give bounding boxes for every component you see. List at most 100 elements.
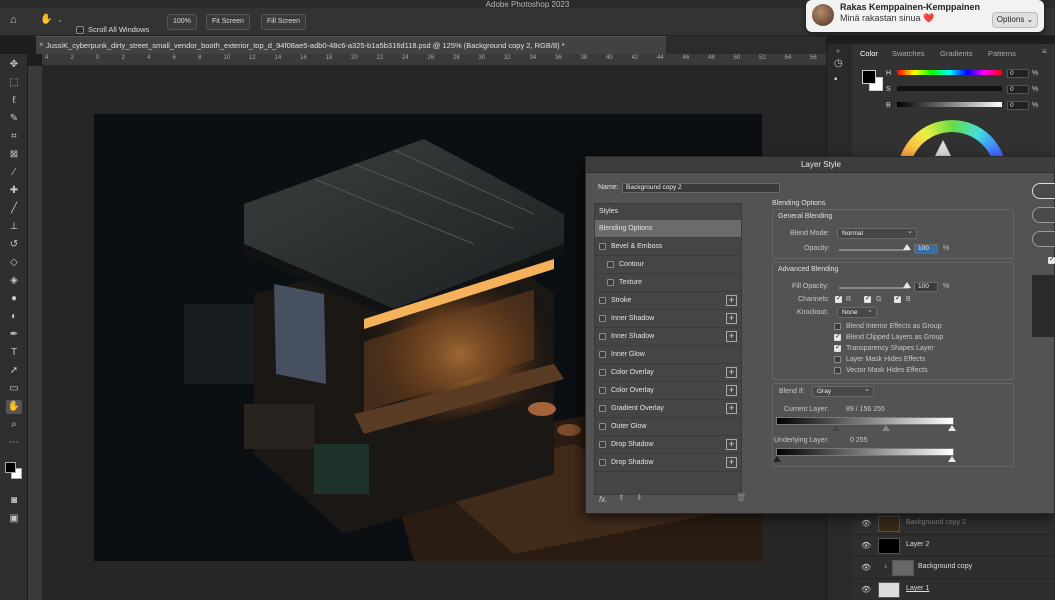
style-item[interactable]: Drop Shadow + (595, 436, 741, 454)
healing-icon[interactable]: ✚ (6, 184, 22, 198)
notification-banner[interactable]: Rakas Kemppainen-Kemppainen Minä rakasta… (806, 0, 1044, 32)
style-checkbox[interactable] (599, 387, 606, 394)
pen-icon[interactable]: ✒ (6, 328, 22, 342)
add-style-icon[interactable]: + (726, 385, 737, 396)
add-style-icon[interactable]: + (726, 367, 737, 378)
fx-button[interactable]: fx. (599, 495, 607, 504)
hue-slider[interactable] (897, 70, 1002, 75)
channel-b-checkbox[interactable] (894, 294, 901, 303)
preview-checkbox[interactable] (1048, 255, 1055, 264)
home-icon[interactable]: ⌂ (10, 14, 17, 26)
style-checkbox[interactable] (599, 369, 606, 376)
panel-menu-icon[interactable]: ≡ (1042, 47, 1047, 56)
style-checkbox[interactable] (599, 423, 606, 430)
tab-color[interactable]: Color (860, 49, 878, 58)
blend-clipped-checkbox[interactable] (834, 332, 841, 341)
style-item[interactable]: Drop Shadow + (595, 454, 741, 472)
current-layer-knob-split[interactable] (882, 425, 890, 431)
eye-icon[interactable]: 👁 (861, 585, 871, 594)
eye-icon[interactable]: 👁 (861, 541, 871, 550)
vector-mask-hides-checkbox[interactable] (834, 367, 841, 374)
blur-icon[interactable]: ● (6, 292, 22, 306)
crop-icon[interactable]: ⌗ (6, 130, 22, 144)
hand-tool-icon[interactable]: ✋ (40, 14, 52, 25)
fill-screen-button[interactable]: Fill Screen (261, 14, 307, 30)
brightness-slider[interactable] (897, 102, 1002, 107)
lasso-icon[interactable]: ℓ (6, 94, 22, 108)
opacity-slider-track[interactable] (839, 249, 909, 251)
blend-mode-select[interactable]: Normal (837, 227, 917, 239)
zoom-icon[interactable]: ⌕ (6, 418, 22, 432)
comments-panel-icon[interactable]: ▪ (834, 74, 838, 85)
style-checkbox[interactable] (599, 315, 606, 322)
screen-mode-icon[interactable]: ▣ (6, 512, 22, 526)
style-checkbox[interactable] (599, 459, 606, 466)
underlying-layer-knob-left[interactable] (773, 456, 781, 462)
saturation-value[interactable]: 0 (1007, 85, 1029, 94)
style-checkbox[interactable] (599, 297, 606, 304)
add-style-icon[interactable]: + (726, 331, 737, 342)
frame-icon[interactable]: ⊠ (6, 148, 22, 162)
style-item[interactable]: Color Overlay + (595, 364, 741, 382)
history-panel-icon[interactable]: ◷ (834, 58, 843, 69)
tab-patterns[interactable]: Patterns (988, 49, 1016, 58)
eyedropper-icon[interactable]: ⁄ (6, 166, 22, 180)
brightness-value[interactable]: 0 (1007, 101, 1029, 110)
style-checkbox[interactable] (599, 405, 606, 412)
fill-opacity-slider-knob[interactable] (903, 282, 911, 288)
add-style-icon[interactable]: + (726, 403, 737, 414)
notification-options-button[interactable]: Options ⌄ (992, 12, 1038, 28)
channel-g-checkbox[interactable] (864, 294, 871, 303)
style-item[interactable]: Outer Glow (595, 418, 741, 436)
document-tab[interactable]: × JussiK_cyberpunk_dirty_street_small_ve… (36, 36, 666, 54)
marquee-icon[interactable]: ⬚ (6, 76, 22, 90)
layer-row[interactable]: 👁 Background copy 2 (852, 512, 1055, 534)
add-style-icon[interactable]: + (726, 439, 737, 450)
transparency-shapes-checkbox[interactable] (834, 343, 841, 352)
chevron-down-icon[interactable]: ⌄ (57, 16, 63, 24)
trash-icon[interactable]: 🗑 (736, 493, 746, 502)
zoom-100-button[interactable]: 100% (167, 14, 197, 30)
layer-name-field[interactable]: Background copy 2 (622, 183, 780, 193)
tab-gradients[interactable]: Gradients (940, 49, 973, 58)
style-item[interactable]: Bevel & Emboss (595, 238, 741, 256)
style-checkbox[interactable] (599, 243, 606, 250)
fill-opacity-input[interactable]: 100 (914, 282, 938, 292)
current-layer-knob-right[interactable] (948, 425, 956, 431)
style-item[interactable]: Contour (595, 256, 741, 274)
gradient-icon[interactable]: ◈ (6, 274, 22, 288)
layer-row[interactable]: 👁 Layer 2 (852, 534, 1055, 556)
current-layer-gradient[interactable] (776, 417, 954, 425)
foreground-swatch[interactable] (862, 70, 876, 84)
cancel-button[interactable] (1032, 207, 1055, 223)
new-style-button[interactable] (1032, 231, 1055, 247)
layer-row[interactable]: 👁 ↓ Background copy (852, 556, 1055, 578)
dialog-title[interactable]: Layer Style (586, 157, 1055, 173)
style-checkbox[interactable] (607, 279, 614, 286)
more-icon[interactable]: ⋯ (6, 436, 22, 450)
layer-row[interactable]: 👁 Layer 1 (852, 578, 1055, 600)
collapse-icon[interactable]: » (836, 48, 840, 55)
path-select-icon[interactable]: ➚ (6, 364, 22, 378)
style-checkbox[interactable] (607, 261, 614, 268)
style-item[interactable]: Stroke + (595, 292, 741, 310)
fit-screen-button[interactable]: Fit Screen (206, 14, 250, 30)
eraser-icon[interactable]: ◇ (6, 256, 22, 270)
blend-interior-checkbox[interactable] (834, 323, 841, 330)
stamp-icon[interactable]: ⊥ (6, 220, 22, 234)
style-checkbox[interactable] (599, 441, 606, 448)
layer-mask-hides-checkbox[interactable] (834, 356, 841, 363)
current-layer-knob-left[interactable] (832, 425, 840, 431)
style-item[interactable]: Texture (595, 274, 741, 292)
fill-opacity-slider-track[interactable] (839, 287, 909, 289)
hand-icon[interactable]: ✋ (6, 400, 22, 414)
style-item[interactable]: Inner Shadow + (595, 328, 741, 346)
opacity-slider-knob[interactable] (903, 244, 911, 250)
quick-select-icon[interactable]: ✎ (6, 112, 22, 126)
move-up-icon[interactable]: ⬆ (618, 493, 625, 502)
ok-button[interactable] (1032, 183, 1055, 199)
move-icon[interactable]: ✥ (6, 58, 22, 72)
add-style-icon[interactable]: + (726, 313, 737, 324)
add-style-icon[interactable]: + (726, 295, 737, 306)
scroll-all-windows-checkbox[interactable] (76, 26, 84, 34)
